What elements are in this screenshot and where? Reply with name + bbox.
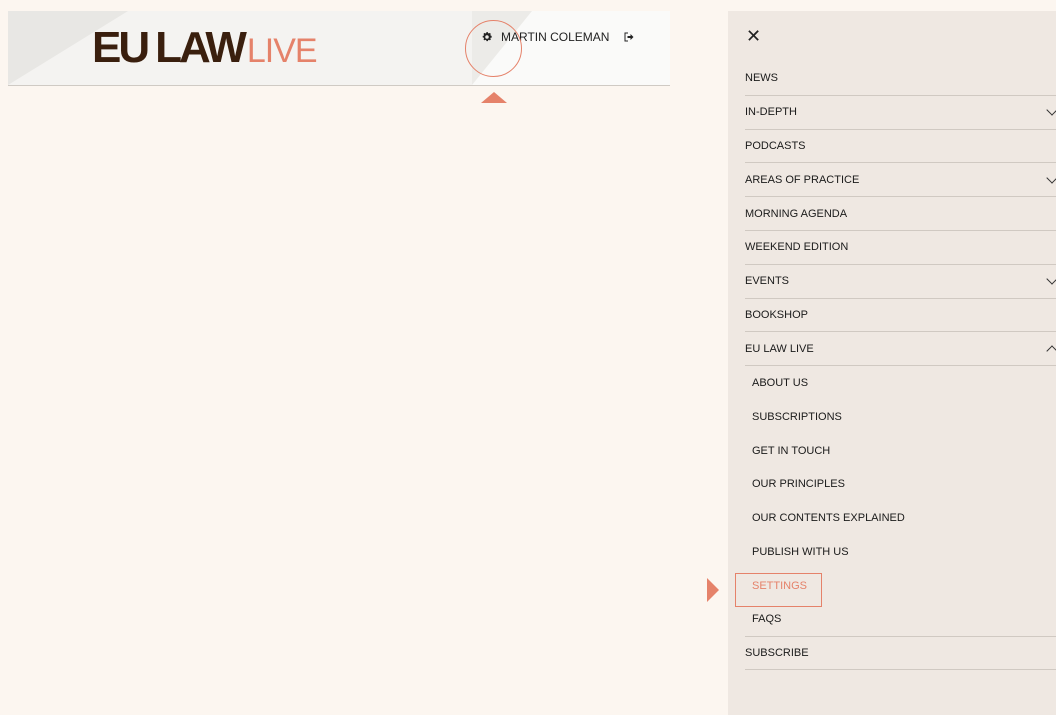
submenu-item-label: PUBLISH WITH US (752, 546, 849, 559)
menu-item-label: SUBSCRIBE (745, 646, 809, 659)
menu-item-subscribe[interactable]: SUBSCRIBE (745, 637, 1056, 671)
menu-item-in-depth[interactable]: IN-DEPTH (745, 96, 1056, 130)
logo-eu: EU (92, 23, 150, 72)
menu-item-label: PODCASTS (745, 139, 806, 152)
main-menu: NEWS IN-DEPTH PODCASTS AREAS OF PRACTICE MOR… (735, 62, 1056, 671)
submenu-item-faqs[interactable]: FAQS (745, 603, 1056, 637)
close-icon[interactable]: ✕ (746, 27, 762, 45)
submenu-item-publish-with-us[interactable]: PUBLISH WITH US (745, 535, 1056, 569)
submenu-item-label: OUR CONTENTS EXPLAINED (752, 512, 905, 525)
menu-item-eu-law-live[interactable]: EU LAW LIVE (745, 332, 1056, 367)
menu-item-events[interactable]: EVENTS (745, 265, 1056, 299)
submenu-item-label: SUBSCRIPTIONS (752, 410, 842, 423)
site-header: EU LAWLIVE (8, 11, 670, 86)
submenu-item-label: ABOUT US (752, 377, 809, 390)
pointer-arrow-up (481, 92, 507, 103)
menu-item-label: NEWS (745, 72, 778, 85)
submenu-item-about-us[interactable]: ABOUT US (745, 366, 1056, 400)
menu-item-morning-agenda[interactable]: MORNING AGENDA (745, 197, 1056, 231)
chevron-up-icon[interactable] (1046, 345, 1056, 357)
submenu-item-get-in-touch[interactable]: GET IN TOUCH (745, 434, 1056, 468)
menu-item-news[interactable]: NEWS (745, 62, 1056, 96)
menu-item-label: MORNING AGENDA (745, 207, 848, 220)
menu-item-label: EVENTS (745, 275, 790, 288)
menu-item-label: AREAS OF PRACTICE (745, 173, 860, 186)
site-logo[interactable]: EU LAWLIVE (92, 23, 318, 73)
highlight-circle (465, 20, 522, 77)
submenu-item-our-principles[interactable]: OUR PRINCIPLES (745, 468, 1056, 502)
submenu-item-settings[interactable]: SETTINGS (735, 569, 1056, 607)
menu-item-podcasts[interactable]: PODCASTS (745, 130, 1056, 164)
side-menu-panel: ✕ NEWS IN-DEPTH PODCASTS AREAS OF PRACTICE M… (728, 11, 1056, 715)
submenu-item-subscriptions[interactable]: SUBSCRIPTIONS (745, 400, 1056, 434)
logo-live: LIVE (246, 32, 318, 70)
submenu-item-label: FAQS (752, 613, 782, 626)
menu-item-label: BOOKSHOP (745, 308, 808, 321)
menu-item-label: EU LAW LIVE (745, 342, 814, 355)
chevron-down-icon[interactable] (1046, 104, 1056, 116)
menu-item-label: WEEKEND EDITION (745, 241, 849, 254)
pointer-arrow-right (707, 578, 719, 602)
submenu-item-label: OUR PRINCIPLES (752, 478, 845, 491)
chevron-down-icon[interactable] (1046, 172, 1056, 184)
logout-icon[interactable] (623, 31, 635, 43)
menu-item-bookshop[interactable]: BOOKSHOP (745, 299, 1056, 333)
chevron-down-icon[interactable] (1046, 273, 1056, 285)
menu-item-weekend-edition[interactable]: WEEKEND EDITION (745, 231, 1056, 265)
submenu-item-our-contents-explained[interactable]: OUR CONTENTS EXPLAINED (745, 501, 1056, 535)
menu-item-areas-of-practice[interactable]: AREAS OF PRACTICE (745, 163, 1056, 198)
logo-law: LAW (155, 23, 247, 72)
menu-item-label: IN-DEPTH (745, 106, 797, 119)
submenu-item-label: GET IN TOUCH (752, 444, 831, 457)
